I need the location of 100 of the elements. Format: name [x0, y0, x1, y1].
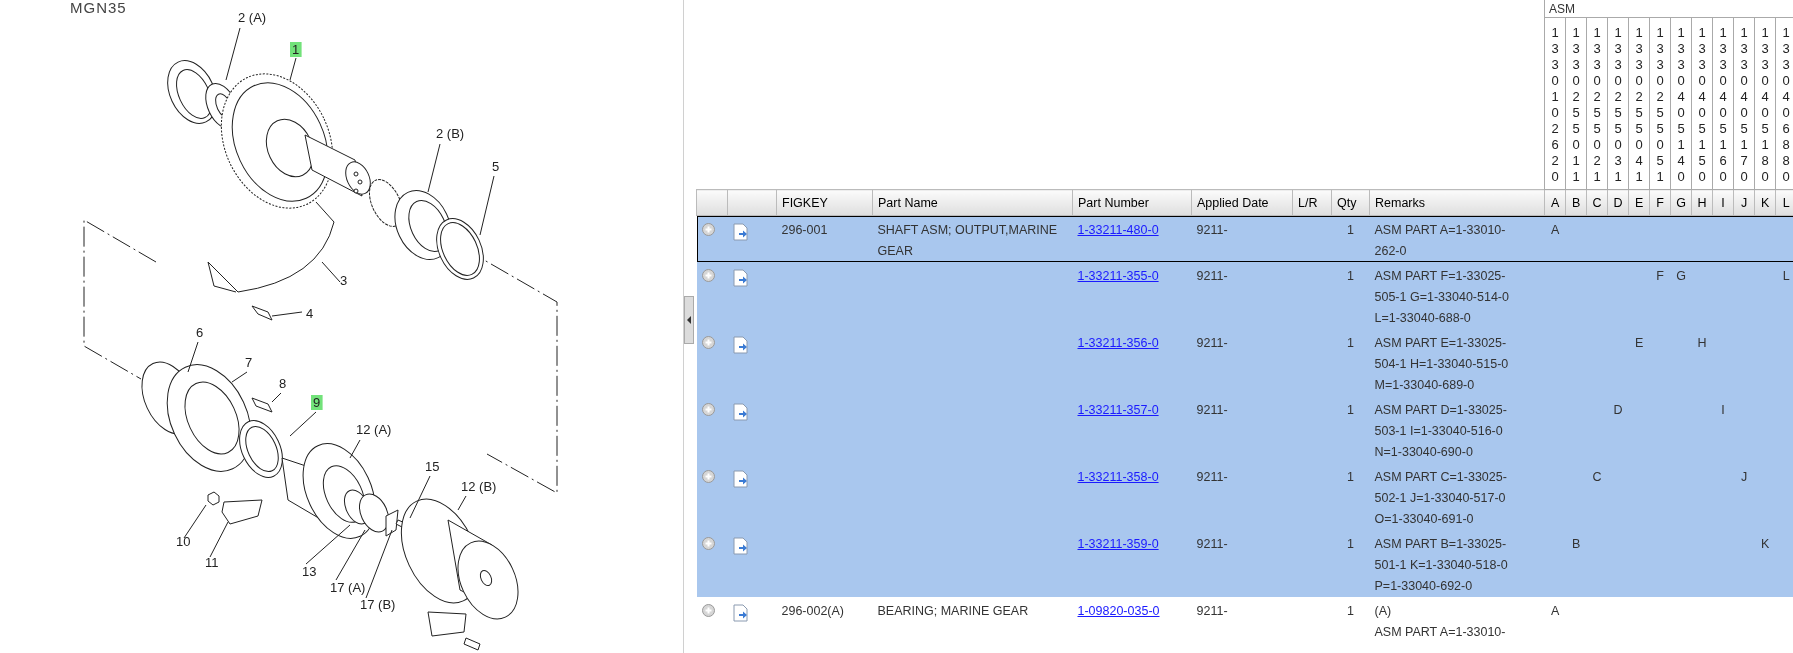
part-number-link[interactable]: 1-33211-355-0 [1077, 269, 1159, 283]
callout-label[interactable]: 5 [492, 159, 500, 174]
callout-label[interactable]: 10 [176, 534, 191, 549]
column-header[interactable]: FIGKEY [776, 189, 873, 216]
table-row[interactable]: 1-33211-356-0 9211- 1 ASM PART E=1-33025- 504-1 H=1-33040-515-0 M=1-33040-689-0 E H [696, 329, 1793, 396]
document-arrow-icon[interactable] [732, 537, 749, 555]
document-arrow-icon[interactable] [732, 223, 749, 241]
expand-icon[interactable] [701, 537, 715, 550]
callout-label[interactable]: 17 (A) [330, 580, 366, 595]
part-number-link[interactable]: 1-33211-480-0 [1077, 223, 1159, 237]
column-header: 1330405140 [1670, 17, 1692, 190]
expand-icon[interactable] [701, 336, 715, 349]
document-arrow-icon[interactable] [732, 269, 749, 287]
expand-icon[interactable] [701, 223, 715, 236]
document-arrow-icon[interactable] [732, 470, 749, 488]
column-header[interactable]: Part Number [1072, 189, 1192, 216]
table-row[interactable]: 1-33211-358-0 9211- 1 ASM PART C=1-33025- 502-1 J=1-33040-517-0 O=1-33040-691-0 C J [696, 463, 1793, 530]
document-arrow-icon[interactable] [732, 403, 749, 421]
column-header: 1330405180 [1754, 17, 1776, 190]
document-arrow-icon[interactable] [732, 336, 749, 354]
table-cell: C [1592, 470, 1602, 484]
table-row[interactable]: 1-33211-357-0 9211- 1 ASM PART D=1-33025- 503-1 I=1-33040-516-0 N=1-33040-690-0 D I [696, 396, 1793, 463]
table-cell: J [1741, 470, 1748, 484]
table-cell: 1 [1347, 336, 1354, 350]
table-cell: K [1760, 537, 1770, 551]
column-header: 1330255011 [1565, 17, 1587, 190]
column-header[interactable]: L/R [1292, 189, 1332, 216]
collapse-handle[interactable] [684, 295, 694, 344]
table-row[interactable]: 296-001 SHAFT ASM; OUTPUT,MARINE GEAR 1-33211-480-0 9211- 1 ASM PART A=1-33010- 262-0 A [696, 215, 1793, 262]
part-number-link[interactable]: 1-33211-359-0 [1077, 537, 1159, 551]
part-number-link[interactable]: 1-09820-035-0 [1077, 604, 1160, 618]
part-number-link[interactable]: 1-33211-357-0 [1077, 403, 1159, 417]
table-cell: 1 [1347, 604, 1354, 618]
column-header: 1330405170 [1733, 17, 1755, 190]
column-header: 1330405160 [1712, 17, 1734, 190]
column-header: 1330255051 [1649, 17, 1671, 190]
callout-label[interactable]: 2 (A) [238, 10, 267, 25]
table-cell: 1 [1347, 537, 1354, 551]
table-cell: 9211- [1196, 403, 1228, 417]
callout-label[interactable]: 4 [306, 306, 314, 321]
table-row[interactable]: 1-33211-359-0 9211- 1 ASM PART B=1-33025- 501-1 K=1-33040-518-0 P=1-33040-692-0 B K [696, 530, 1793, 597]
table-cell: 1 [1347, 403, 1354, 417]
table-cell: 9211- [1196, 470, 1228, 484]
table-cell: 1 [1347, 269, 1354, 283]
drawing-title: MGN35 [70, 0, 127, 16]
table-cell: 9211- [1196, 336, 1228, 350]
callout-label[interactable]: 3 [340, 273, 348, 288]
table-cell: 296-002(A) [781, 604, 845, 618]
table-cell: 296-001 [781, 223, 828, 237]
table-cell-text: BEARING; MARINE GEAR [877, 603, 1029, 620]
callout-label[interactable]: 1 [290, 42, 302, 57]
callout-label[interactable]: 13 [302, 564, 317, 579]
table-cell-text: ASM PART A=1-33010- 262-0 [1374, 222, 1506, 260]
expand-icon[interactable] [701, 403, 715, 416]
column-header: 1330255031 [1607, 17, 1629, 190]
table-cell: F [1656, 269, 1664, 283]
callout-label[interactable]: 17 (B) [360, 597, 396, 612]
table-cell: 9211- [1196, 537, 1228, 551]
table-cell: A [1550, 604, 1560, 618]
table-cell: 1 [1347, 223, 1354, 237]
table-cell: H [1697, 336, 1707, 350]
callout-label[interactable]: 7 [245, 355, 253, 370]
table-cell: A [1550, 223, 1560, 237]
column-header: 1330102620 [1544, 17, 1566, 190]
callout-label[interactable]: 9 [311, 395, 323, 410]
callout-label[interactable]: 8 [279, 376, 287, 391]
table-cell: 9211- [1196, 269, 1228, 283]
table-cell-text: SHAFT ASM; OUTPUT,MARINE GEAR [877, 222, 1058, 260]
expand-icon[interactable] [701, 604, 715, 617]
callout-label[interactable]: 12 (A) [356, 422, 392, 437]
table-cell: B [1571, 537, 1581, 551]
table-cell: 1 [1347, 470, 1354, 484]
column-header: 1330255021 [1586, 17, 1608, 190]
table-cell-text: ASM PART D=1-33025- 503-1 I=1-33040-516-0 N=1-33040-690-0 [1374, 402, 1507, 461]
table-cell-text: ASM PART C=1-33025- 502-1 J=1-33040-517-0 O=1-33040-691-0 [1374, 469, 1507, 528]
table-row[interactable]: 1-33211-355-0 9211- 1 ASM PART F=1-33025- 505-1 G=1-33040-514-0 L=1-33040-688-0 F G L [696, 262, 1793, 329]
callout-label[interactable]: 6 [196, 325, 204, 340]
expand-icon[interactable] [701, 470, 715, 483]
column-header[interactable]: Part Name [872, 189, 1073, 216]
table-cell: 9211- [1196, 604, 1228, 618]
expand-icon[interactable] [701, 269, 715, 282]
document-arrow-icon[interactable] [732, 604, 749, 622]
callout-label[interactable]: 11 [205, 555, 219, 570]
table-cell-text: ASM PART E=1-33025- 504-1 H=1-33040-515-0 M=1-33040-689-0 [1374, 335, 1509, 394]
table-cell-text: (A) ASM PART A=1-33010- [1374, 603, 1506, 641]
part-number-link[interactable]: 1-33211-358-0 [1077, 470, 1159, 484]
table-cell: 9211- [1196, 223, 1228, 237]
column-header[interactable]: Applied Date [1191, 189, 1293, 216]
table-cell-text: ASM PART F=1-33025- 505-1 G=1-33040-514-0 L=1-33040-688-0 [1374, 268, 1509, 327]
table-cell: I [1721, 403, 1725, 417]
column-header: 1330405150 [1691, 17, 1713, 190]
table-row[interactable]: 296-002(A) BEARING; MARINE GEAR 1-09820-035-0 9211- 1 (A) ASM PART A=1-33010- A [696, 597, 1793, 643]
column-header[interactable]: Remarks [1369, 189, 1545, 216]
part-number-link[interactable]: 1-33211-356-0 [1077, 336, 1159, 350]
table-cell-text: ASM PART B=1-33025- 501-1 K=1-33040-518-0 P=1-33040-692-0 [1374, 536, 1508, 595]
column-header[interactable]: Qty [1331, 189, 1370, 216]
callout-label[interactable]: 15 [425, 459, 440, 474]
callout-label[interactable]: 12 (B) [461, 479, 497, 494]
callout-label[interactable]: 2 (B) [436, 126, 465, 141]
table-cell: L [1782, 269, 1790, 283]
